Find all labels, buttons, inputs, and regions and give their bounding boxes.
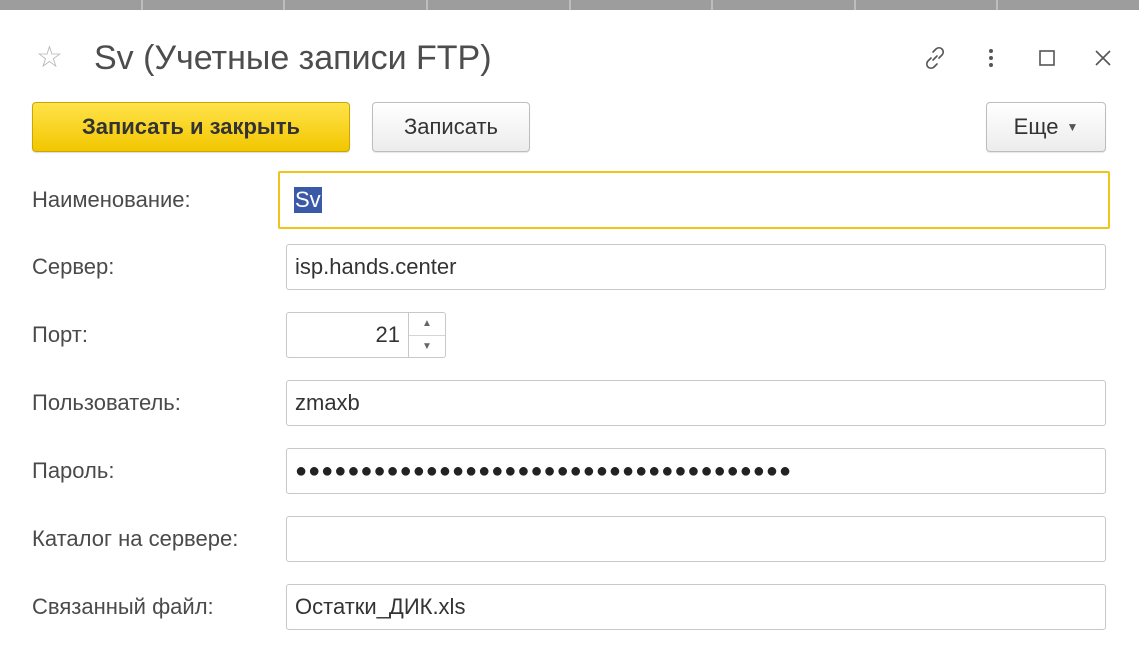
- directory-field[interactable]: [286, 516, 1106, 562]
- password-field[interactable]: ●●●●●●●●●●●●●●●●●●●●●●●●●●●●●●●●●●●●●●: [286, 448, 1106, 494]
- port-stepper-arrows: ▲ ▼: [408, 312, 446, 358]
- window-title: Sv (Учетные записи FTP): [94, 39, 492, 77]
- title-bar: ☆ Sv (Учетные записи FTP): [30, 38, 1120, 82]
- password-label: Пароль:: [32, 458, 115, 483]
- row-server: Сервер: isp.hands.center: [32, 240, 1106, 294]
- decrement-icon[interactable]: ▼: [409, 336, 445, 358]
- row-user: Пользователь: zmaxb: [32, 376, 1106, 430]
- user-label: Пользователь:: [32, 390, 181, 415]
- increment-icon[interactable]: ▲: [409, 313, 445, 336]
- row-password: Пароль: ●●●●●●●●●●●●●●●●●●●●●●●●●●●●●●●●…: [32, 444, 1106, 498]
- name-label: Наименование:: [32, 187, 191, 212]
- file-field[interactable]: Остатки_ДИК.xls: [286, 584, 1106, 630]
- name-value: Sv: [294, 187, 322, 213]
- server-field[interactable]: isp.hands.center: [286, 244, 1106, 290]
- maximize-icon[interactable]: [1030, 41, 1064, 75]
- server-label: Сервер:: [32, 254, 115, 279]
- port-label: Порт:: [32, 322, 88, 347]
- port-field[interactable]: 21: [286, 312, 408, 358]
- top-tab-strip: [0, 0, 1139, 10]
- port-stepper[interactable]: 21 ▲ ▼: [286, 312, 450, 358]
- more-button-label: Еще: [1013, 114, 1059, 139]
- directory-label: Каталог на сервере:: [32, 526, 239, 551]
- save-and-close-button[interactable]: Записать и закрыть: [32, 102, 350, 152]
- user-field[interactable]: zmaxb: [286, 380, 1106, 426]
- chevron-down-icon: ▼: [1066, 120, 1079, 134]
- more-vert-icon[interactable]: [974, 41, 1008, 75]
- name-field[interactable]: Sv: [278, 171, 1110, 229]
- more-button[interactable]: Еще ▼: [986, 102, 1106, 152]
- command-bar: Записать и закрыть Записать Еще ▼: [32, 102, 1106, 154]
- row-name: Наименование: Sv: [32, 171, 1110, 229]
- star-icon[interactable]: ☆: [36, 42, 63, 74]
- close-icon[interactable]: [1086, 41, 1120, 75]
- row-port: Порт: 21 ▲ ▼: [32, 308, 1106, 362]
- row-directory: Каталог на сервере:: [32, 512, 1106, 566]
- save-button[interactable]: Записать: [372, 102, 530, 152]
- link-icon[interactable]: [918, 41, 952, 75]
- row-file: Связанный файл: Остатки_ДИК.xls: [32, 580, 1106, 634]
- window-controls: [896, 40, 1120, 76]
- file-label: Связанный файл:: [32, 594, 214, 619]
